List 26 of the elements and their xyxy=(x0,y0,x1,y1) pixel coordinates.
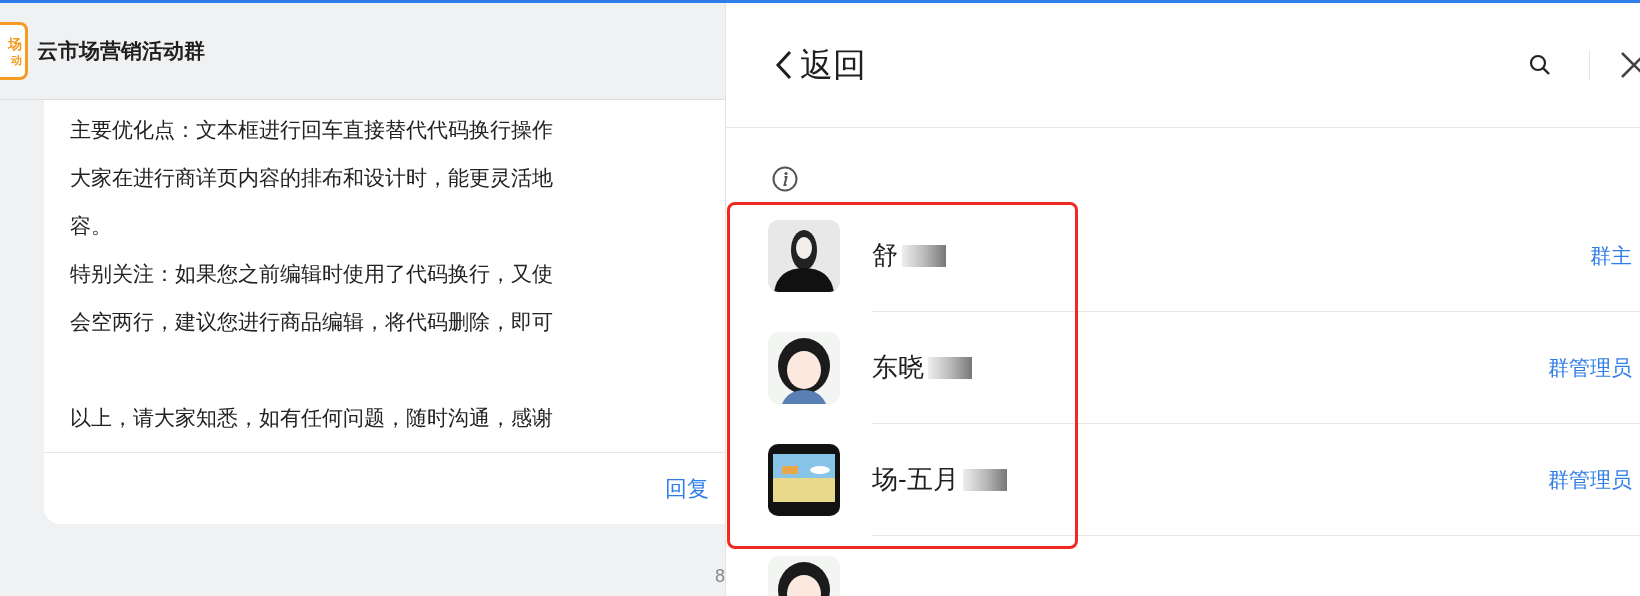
message-text: 容。 xyxy=(70,213,113,239)
member-role: 群主 xyxy=(1590,242,1632,269)
search-icon xyxy=(1529,54,1551,76)
logo-text: 场 xyxy=(8,36,22,51)
message-count: 8 xyxy=(715,565,725,588)
member-role: 群管理员 xyxy=(1548,354,1632,381)
member-row[interactable]: 东晓 群管理员 xyxy=(726,312,1640,424)
close-button[interactable] xyxy=(1620,50,1640,80)
message-text: 以上，请大家知悉，如有任何问题，随时沟通，感谢 xyxy=(70,405,554,431)
reply-link[interactable]: 回复 xyxy=(665,472,709,505)
member-row[interactable]: 场-五月 群管理员 xyxy=(726,424,1640,536)
group-title: 云市场营销活动群 xyxy=(37,38,205,65)
info-icon xyxy=(772,166,798,192)
member-role: 群管理员 xyxy=(1548,466,1632,493)
chevron-left-icon xyxy=(774,50,794,80)
member-name: 场-五月 xyxy=(872,463,959,496)
message-text: 大家在进行商详页内容的排布和设计时，能更灵活地 xyxy=(70,165,554,191)
message-text: 主要优化点：文本框进行回车直接替代代码换行操作 xyxy=(70,117,554,143)
logo-text: 动 xyxy=(11,54,22,66)
member-name: 东晓 xyxy=(872,351,924,384)
member-name: 舒 xyxy=(872,239,898,272)
close-icon xyxy=(1620,51,1640,79)
message-text: 会空两行，建议您进行商品编辑，将代码删除，即可 xyxy=(70,309,554,335)
message-text: 特别关注：如果您之前编辑时使用了代码换行，又使 xyxy=(70,261,554,287)
member-row[interactable]: 舒 群主 xyxy=(726,200,1640,312)
back-button[interactable]: 返回 xyxy=(774,40,866,90)
